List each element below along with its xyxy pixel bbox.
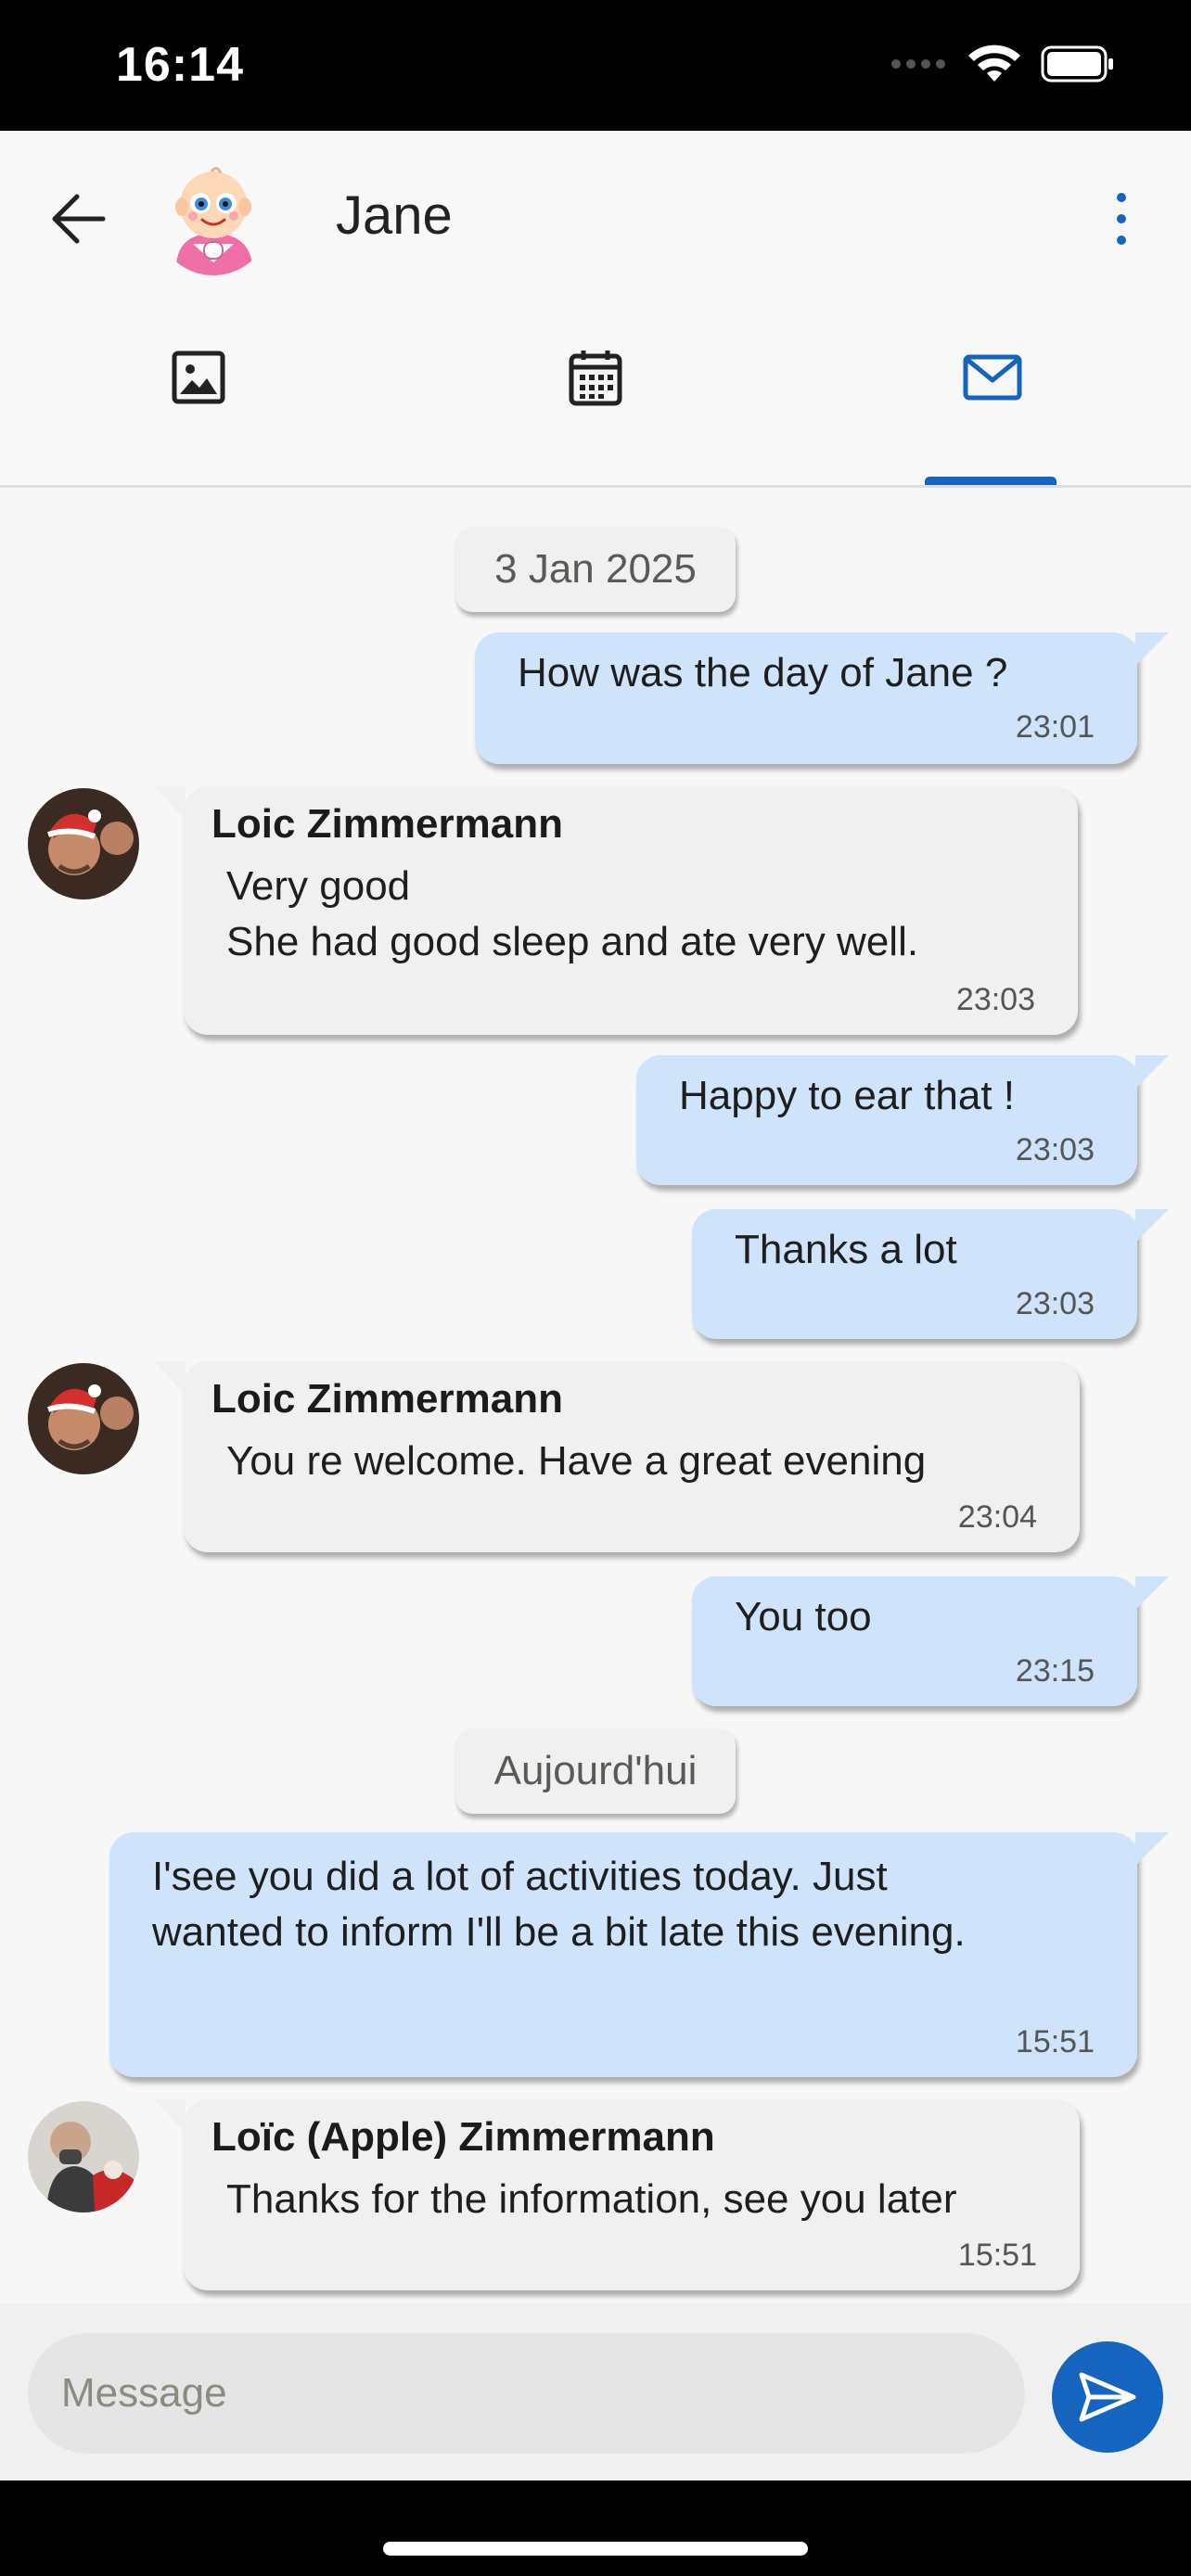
message-outgoing[interactable]: Happy to ear that ! 23:03 (636, 1055, 1169, 1185)
person-photo-avatar (28, 2101, 139, 2213)
message-list[interactable]: 3 Jan 2025 How was the day of Jane ? 23:… (0, 488, 1191, 2303)
sender-avatar[interactable] (28, 2101, 139, 2213)
message-time: 23:03 (1015, 1286, 1095, 1321)
contact-avatar[interactable] (156, 160, 271, 275)
person-photo-avatar (28, 788, 139, 899)
active-tab-indicator (925, 477, 1057, 485)
sender-avatar[interactable] (28, 1363, 139, 1474)
person-photo-avatar (28, 1363, 139, 1474)
more-vertical-icon (1117, 193, 1126, 245)
message-text: Very good She had good sleep and ate ver… (226, 863, 919, 964)
message-incoming[interactable]: Loic Zimmermann You re welcome. Have a g… (154, 1361, 1080, 1552)
message-sender: Loic Zimmermann (211, 1376, 563, 1422)
message-sender: Loïc (Apple) Zimmermann (211, 2114, 715, 2160)
message-text: Thanks for the information, see you late… (226, 2176, 957, 2222)
status-time: 16:14 (116, 38, 244, 92)
arrow-left-icon (52, 194, 106, 244)
message-composer (0, 2303, 1191, 2480)
home-indicator[interactable] (383, 2542, 808, 2556)
message-incoming[interactable]: Loïc (Apple) Zimmermann Thanks for the i… (154, 2099, 1080, 2290)
message-sender: Loic Zimmermann (211, 801, 563, 847)
message-outgoing[interactable]: Thanks a lot 23:03 (692, 1209, 1169, 1339)
home-bar-area (0, 2480, 1191, 2576)
calendar-icon (569, 351, 622, 406)
message-text: Thanks a lot (735, 1227, 957, 1272)
battery-icon (1041, 45, 1115, 87)
tab-photos[interactable] (0, 316, 397, 485)
message-text: Happy to ear that ! (679, 1073, 1015, 1118)
wifi-icon (968, 45, 1020, 88)
message-time: 23:03 (955, 982, 1035, 1017)
image-icon (172, 351, 225, 404)
date-separator: 3 Jan 2025 (455, 527, 736, 612)
tab-calendar[interactable] (397, 316, 794, 485)
send-button[interactable] (1052, 2341, 1163, 2453)
message-time: 23:04 (957, 1499, 1037, 1535)
contact-name: Jane (336, 185, 453, 246)
message-incoming[interactable]: Loic Zimmermann Very good She had good s… (154, 786, 1078, 1035)
baby-avatar-icon (156, 160, 271, 275)
tab-messages[interactable] (794, 316, 1191, 485)
tab-bar (0, 316, 1191, 485)
status-bar: 16:14 (0, 0, 1191, 131)
back-button[interactable] (48, 188, 109, 249)
message-time: 23:03 (1015, 1132, 1095, 1167)
message-outgoing[interactable]: How was the day of Jane ? 23:01 (475, 632, 1169, 764)
message-time: 23:15 (1015, 1653, 1095, 1689)
sender-avatar[interactable] (28, 788, 139, 899)
message-outgoing[interactable]: You too 23:15 (692, 1576, 1169, 1706)
message-text: You too (735, 1594, 872, 1639)
message-text: How was the day of Jane ? (518, 650, 1008, 695)
app-header: Jane (0, 131, 1191, 488)
mail-icon (963, 354, 1022, 401)
signal-icon (890, 57, 948, 75)
date-separator: Aujourd'hui (455, 1728, 736, 1814)
message-time: 15:51 (957, 2238, 1037, 2273)
status-icons (890, 45, 1115, 88)
message-input[interactable] (28, 2333, 1025, 2454)
message-time: 15:51 (1015, 2024, 1095, 2060)
message-outgoing[interactable]: I'see you did a lot of activities today.… (109, 1832, 1169, 2077)
message-text: You re welcome. Have a great evening (226, 1438, 927, 1484)
message-text: I'see you did a lot of activities today.… (152, 1854, 966, 1955)
send-icon (1079, 2372, 1136, 2422)
more-options-button[interactable] (1108, 188, 1135, 249)
message-time: 23:01 (1015, 709, 1095, 745)
